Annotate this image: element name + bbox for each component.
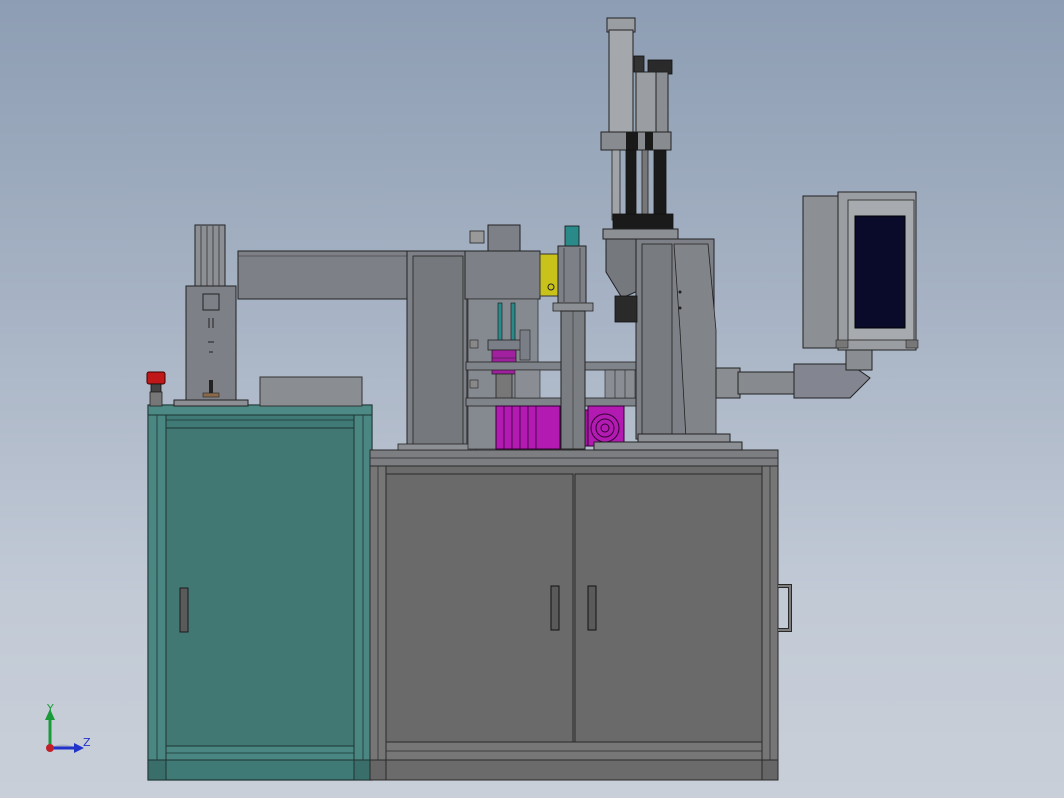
left-control-column	[173, 224, 249, 407]
hmi-screen	[854, 215, 906, 329]
y-axis-label: Y	[46, 702, 54, 715]
cabinet-door-left	[385, 473, 574, 743]
coordinate-triad: Y Z	[45, 702, 91, 753]
press-cylinder-assembly	[600, 17, 679, 240]
teal-door-handle	[179, 587, 189, 633]
cabinet-door-right	[574, 473, 763, 743]
machine-drawing: Y Z	[45, 17, 919, 781]
hmi-support-arm	[715, 349, 873, 399]
side-handle	[778, 584, 792, 632]
grey-base-cabinet	[369, 449, 792, 781]
hmi-display-box	[802, 191, 919, 351]
emergency-stop-button	[146, 371, 166, 407]
horizontal-beam	[237, 250, 411, 300]
top-cover-box	[259, 376, 363, 407]
left-door-handle	[550, 585, 560, 631]
teal-electrical-cabinet	[147, 404, 373, 781]
z-axis-label: Z	[83, 736, 91, 749]
cad-viewport[interactable]: Y Z	[0, 0, 1064, 798]
right-door-handle	[587, 585, 597, 631]
x-axis-dot	[46, 744, 54, 752]
